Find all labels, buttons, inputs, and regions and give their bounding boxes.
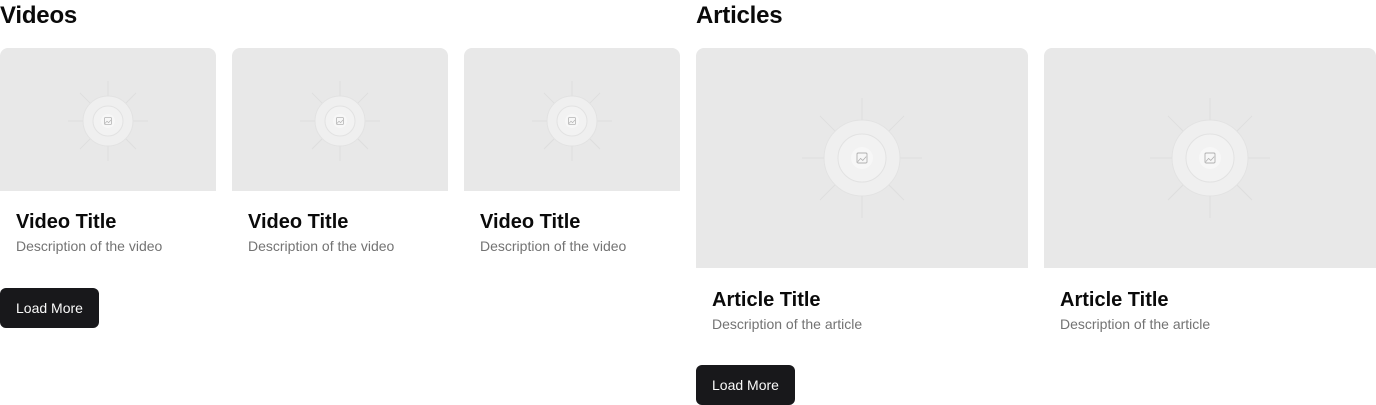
article-card-body: Article Title Description of the article [696, 268, 1028, 334]
article-card[interactable]: Article Title Description of the article [1044, 48, 1376, 334]
video-description: Description of the video [480, 238, 627, 254]
video-title: Video Title [248, 211, 349, 233]
articles-section: Articles Article Title Description of th… [696, 0, 1376, 405]
videos-grid: Video Title Description of the video Vid… [0, 48, 680, 256]
videos-heading: Videos [0, 2, 78, 29]
video-thumbnail [0, 48, 216, 191]
video-thumbnail [232, 48, 448, 191]
videos-section: Videos Video Title Description of the vi… [0, 0, 680, 328]
articles-load-more-button[interactable]: Load More [696, 365, 795, 405]
video-title: Video Title [480, 211, 581, 233]
article-card-body: Article Title Description of the article [1044, 268, 1376, 334]
video-card-body: Video Title Description of the video [232, 191, 448, 256]
video-description: Description of the video [16, 238, 163, 254]
article-title: Article Title [712, 289, 821, 311]
article-thumbnail [1044, 48, 1376, 268]
video-description: Description of the video [248, 238, 395, 254]
video-card[interactable]: Video Title Description of the video [0, 48, 216, 256]
videos-load-more-button[interactable]: Load More [0, 288, 99, 328]
image-placeholder-icon [300, 81, 380, 161]
video-card[interactable]: Video Title Description of the video [232, 48, 448, 256]
article-thumbnail [696, 48, 1028, 268]
image-placeholder-icon [68, 81, 148, 161]
articles-heading: Articles [696, 2, 783, 29]
image-placeholder-icon [532, 81, 612, 161]
video-card-body: Video Title Description of the video [0, 191, 216, 256]
image-placeholder-icon [802, 98, 922, 218]
article-card[interactable]: Article Title Description of the article [696, 48, 1028, 334]
video-card-body: Video Title Description of the video [464, 191, 680, 256]
video-card[interactable]: Video Title Description of the video [464, 48, 680, 256]
article-title: Article Title [1060, 289, 1169, 311]
video-title: Video Title [16, 211, 117, 233]
video-thumbnail [464, 48, 680, 191]
article-description: Description of the article [712, 316, 863, 332]
image-placeholder-icon [1150, 98, 1270, 218]
articles-grid: Article Title Description of the article [696, 48, 1376, 334]
article-description: Description of the article [1060, 316, 1211, 332]
